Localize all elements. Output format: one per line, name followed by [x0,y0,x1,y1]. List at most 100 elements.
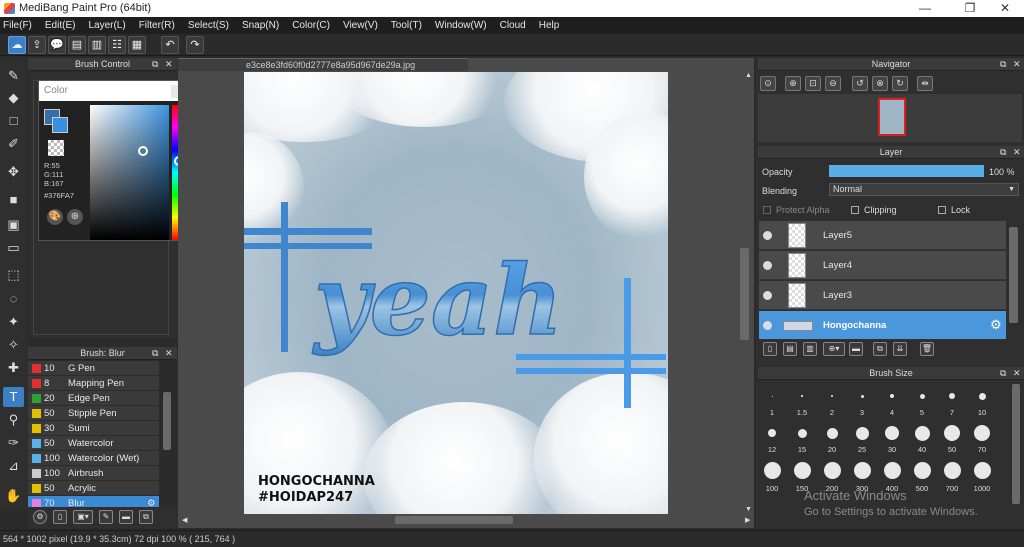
eyedropper-icon[interactable]: ✑ [3,433,24,453]
panel-float-icon[interactable]: ⧉ [1000,146,1006,159]
eraser-tool-icon[interactable]: ◆ [3,88,24,108]
brush-size-option[interactable] [914,425,930,441]
add-layer-menu-icon[interactable]: ⊕▾ [823,342,845,356]
brush-size-option[interactable] [973,461,991,479]
zoom-in-icon[interactable]: ⊕ [785,76,801,91]
saturation-value-picker[interactable] [90,105,169,240]
grid-icon[interactable]: ▦ [128,36,146,54]
select-eraser-icon[interactable]: ✚ [3,358,24,378]
menu-layer[interactable]: Layer(L) [88,20,125,31]
brush-size-option[interactable] [823,461,841,479]
brush-size-option[interactable] [771,395,773,397]
brush-size-option[interactable] [797,428,807,438]
brush-size-option[interactable] [943,461,961,479]
brush-size-option[interactable] [831,395,833,397]
menu-cloud[interactable]: Cloud [500,20,526,31]
brush-size-option[interactable] [913,461,931,479]
rotate-reset-icon[interactable]: ⊗ [872,76,888,91]
close-button[interactable]: ✕ [990,0,1020,17]
hand-icon[interactable]: ✋ [3,486,24,506]
fit-icon[interactable]: ⊡ [805,76,821,91]
panel-float-icon[interactable]: ⧉ [1000,58,1006,71]
maximize-button[interactable]: ❐ [955,0,985,17]
menu-help[interactable]: Help [539,20,560,31]
new-halftone-layer-icon[interactable]: ▤ [783,342,797,356]
menu-select[interactable]: Select(S) [188,20,229,31]
visibility-icon[interactable] [763,261,772,270]
brush-list-scrollbar[interactable] [163,392,171,450]
layer-settings-icon[interactable]: ⚙ [990,317,1002,333]
brush-item[interactable]: 50 Acrylic [28,481,159,496]
zoom-reset-icon[interactable]: ⊙ [760,76,776,91]
brush-size-option[interactable] [855,426,869,440]
brush-size-option[interactable] [801,395,803,397]
opacity-slider[interactable] [829,165,984,177]
move-tool-icon[interactable]: ✥ [3,162,24,182]
transparent-swatch[interactable] [48,140,64,156]
brush-item[interactable]: 8 Mapping Pen [28,376,159,391]
layer-row[interactable]: Layer4 [759,251,1006,280]
menu-tool[interactable]: Tool(T) [391,20,422,31]
delete-layer-icon[interactable]: 🗑 [920,342,934,356]
minimize-button[interactable]: — [910,0,940,17]
brush-size-scrollbar[interactable] [1012,384,1020,504]
blending-select[interactable]: Normal ▼ [829,183,1019,196]
manage-icon[interactable]: ▥ [88,36,106,54]
layer-row[interactable]: Layer3 [759,281,1006,310]
brush-settings-icon[interactable]: ⚙ [33,510,47,524]
edit-brush-icon[interactable]: ✎ [99,510,113,524]
brush-size-option[interactable] [974,425,990,441]
divide-icon[interactable]: ⊿ [3,456,24,476]
brush-item[interactable]: 30 Sumi [28,421,159,436]
brush-item[interactable]: 20 Edge Pen [28,391,159,406]
sv-cursor[interactable] [138,146,148,156]
menu-edit[interactable]: Edit(E) [45,20,76,31]
canvas-vertical-scrollbar[interactable] [740,248,749,340]
lasso-icon[interactable]: ◌ [3,289,24,309]
redo-icon[interactable]: ↷ [186,36,204,54]
navigator-viewport[interactable] [878,98,906,136]
artwork-canvas[interactable]: yeah HONGOCHANNA #HOIDAP247 [244,72,668,514]
layer-row[interactable]: Hongochanna ⚙ [759,311,1006,340]
page-icon[interactable]: ▤ [68,36,86,54]
layer-row[interactable]: Layer5 [759,221,1006,250]
scroll-down-icon[interactable]: ▼ [745,506,752,513]
panel-close-icon[interactable]: ✕ [165,347,173,360]
panel-float-icon[interactable]: ⧉ [1000,367,1006,380]
panel-close-icon[interactable]: ✕ [1013,146,1021,159]
add-brush-icon[interactable]: ▣▾ [73,510,93,524]
palette-add-icon[interactable]: ⊕ [67,209,83,225]
layer-folder-icon[interactable]: ▬ [849,342,863,356]
scroll-up-icon[interactable]: ▲ [745,72,752,79]
dot-tool-icon[interactable]: □ [3,111,24,131]
menu-filter[interactable]: Filter(R) [139,20,175,31]
brush-size-option[interactable] [763,461,781,479]
new-1bit-layer-icon[interactable]: ▥ [803,342,817,356]
zoom-out-icon[interactable]: ⊖ [825,76,841,91]
upload-icon[interactable]: ⇪ [28,36,46,54]
panel-icon[interactable]: ☷ [108,36,126,54]
scroll-left-icon[interactable]: ◀ [182,516,187,524]
panel-close-icon[interactable]: ✕ [165,58,173,71]
brush-size-option[interactable] [885,426,899,440]
brush-size-option[interactable] [853,461,871,479]
menu-view[interactable]: View(V) [343,20,378,31]
visibility-icon[interactable] [763,321,772,330]
panel-close-icon[interactable]: ✕ [1013,58,1021,71]
secondary-color-swatch[interactable] [52,117,68,133]
duplicate-brush-icon[interactable]: ⧉ [139,510,153,524]
fill-rect-icon[interactable]: ■ [3,190,24,210]
brush-size-option[interactable] [826,427,838,439]
select-icon[interactable]: ⬚ [3,265,24,285]
menu-window[interactable]: Window(W) [435,20,487,31]
merge-layer-icon[interactable]: ⇊ [893,342,907,356]
canvas-horizontal-scrollbar[interactable] [395,516,513,524]
brush-item[interactable]: 100 Watercolor (Wet) [28,451,159,466]
brush-size-option[interactable] [890,394,894,398]
brush-folder-icon[interactable]: ▬ [119,510,133,524]
panel-float-icon[interactable]: ⧉ [152,347,158,360]
visibility-icon[interactable] [763,291,772,300]
brush-item[interactable]: 50 Stipple Pen [28,406,159,421]
panel-close-icon[interactable]: ✕ [1013,367,1021,380]
flip-icon[interactable]: ⇹ [917,76,933,91]
